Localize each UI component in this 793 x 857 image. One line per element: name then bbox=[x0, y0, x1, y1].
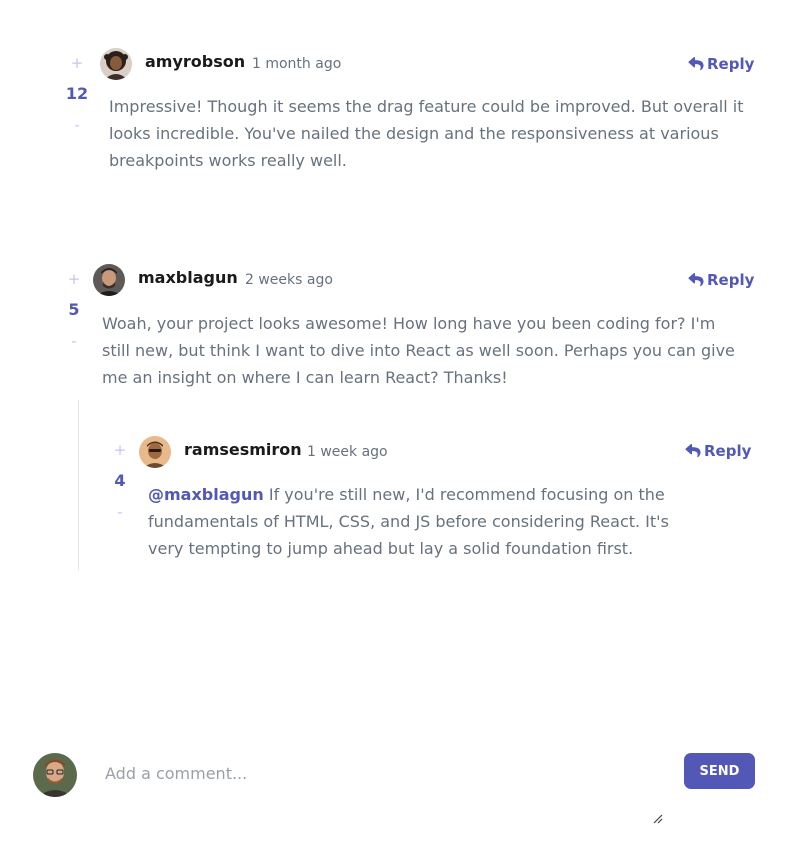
comment-text: Woah, your project looks awesome! How lo… bbox=[102, 314, 735, 387]
downvote-button[interactable]: - bbox=[54, 333, 94, 349]
send-button[interactable]: SEND bbox=[684, 753, 755, 789]
avatar bbox=[139, 436, 171, 468]
reply-label: Reply bbox=[704, 442, 752, 460]
upvote-button[interactable]: + bbox=[54, 271, 94, 287]
comment-text: @maxblagun If you're still new, I'd reco… bbox=[148, 481, 708, 562]
reply-label: Reply bbox=[707, 271, 755, 289]
avatar bbox=[100, 48, 132, 80]
username[interactable]: amyrobson bbox=[145, 52, 245, 72]
username[interactable]: ramsesmiron bbox=[184, 440, 302, 460]
timestamp: 2 weeks ago bbox=[245, 272, 333, 288]
reply-label: Reply bbox=[707, 55, 755, 73]
reply-arrow-icon bbox=[688, 273, 704, 287]
comment-text: Impressive! Though it seems the drag fea… bbox=[109, 97, 744, 170]
score-count: 12 bbox=[65, 84, 89, 103]
score-count: 5 bbox=[68, 300, 80, 319]
comment-input[interactable] bbox=[95, 758, 660, 822]
current-user-avatar bbox=[33, 753, 77, 797]
reply-button[interactable]: Reply bbox=[685, 441, 751, 461]
downvote-button[interactable]: - bbox=[57, 117, 97, 133]
avatar bbox=[93, 264, 125, 296]
mention-link[interactable]: @maxblagun bbox=[148, 485, 264, 504]
upvote-button[interactable]: + bbox=[57, 55, 97, 71]
timestamp: 1 week ago bbox=[307, 444, 388, 460]
resize-handle-icon[interactable] bbox=[651, 812, 665, 826]
reply-button[interactable]: Reply bbox=[688, 54, 754, 74]
username[interactable]: maxblagun bbox=[138, 268, 238, 288]
reply-arrow-icon bbox=[685, 444, 701, 458]
reply-arrow-icon bbox=[688, 57, 704, 71]
timestamp: 1 month ago bbox=[252, 56, 342, 72]
upvote-button[interactable]: + bbox=[100, 442, 140, 458]
downvote-button[interactable]: - bbox=[100, 504, 140, 520]
reply-button[interactable]: Reply bbox=[688, 270, 754, 290]
reply-thread-line bbox=[78, 400, 79, 570]
score-count: 4 bbox=[114, 471, 126, 490]
